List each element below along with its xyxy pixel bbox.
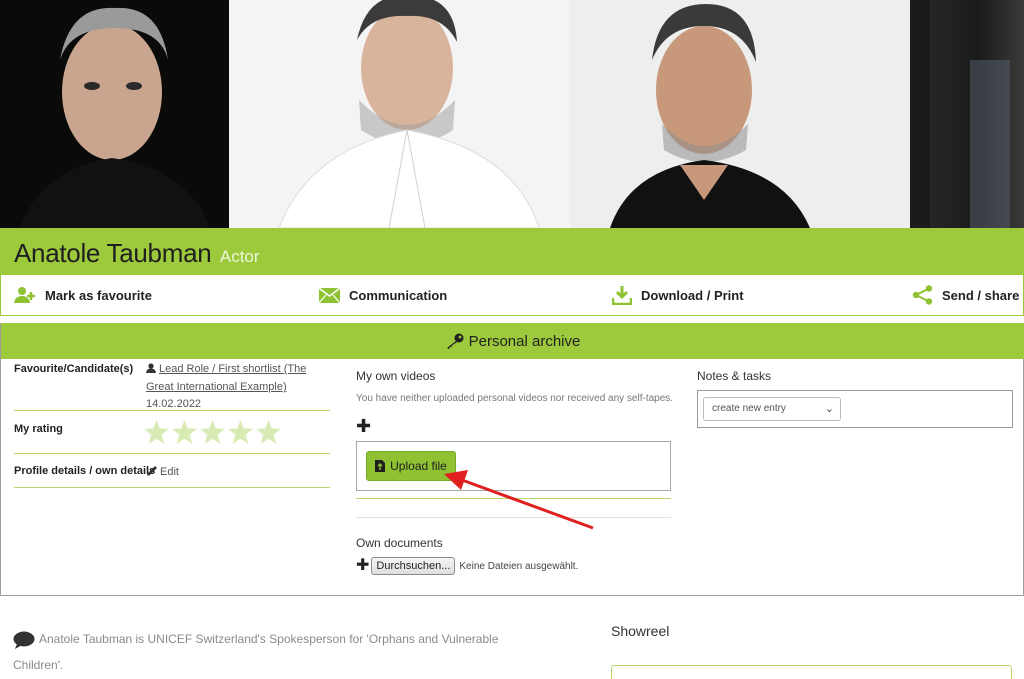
- actor-role: Actor: [219, 247, 260, 266]
- download-print-label: Download / Print: [641, 287, 744, 303]
- person-icon: [146, 362, 156, 379]
- add-document-icon[interactable]: ✚: [356, 558, 369, 574]
- edit-label: Edit: [160, 466, 179, 478]
- profile-details-row: Profile details / own details Edit: [14, 454, 330, 488]
- file-upload-icon: [375, 460, 386, 472]
- send-share-label: Send / share: [942, 287, 1020, 303]
- rating-star-icon[interactable]: [228, 420, 253, 444]
- bio-text: Anatole Taubman is UNICEF Switzerland's …: [13, 632, 499, 672]
- name-bar: Anatole Taubman Actor: [0, 228, 1024, 275]
- chevron-down-icon: ⌄: [824, 403, 834, 415]
- rating-star-icon[interactable]: [172, 420, 197, 444]
- rating-star-icon[interactable]: [256, 420, 281, 444]
- headshot-photo-4[interactable]: [910, 0, 1024, 228]
- actor-name: Anatole Taubman: [14, 238, 212, 268]
- notes-entry-select[interactable]: create new entry ⌄: [703, 397, 841, 421]
- mark-favourite-label: Mark as favourite: [45, 287, 152, 303]
- archive-header: Personal archive: [1, 323, 1024, 359]
- videos-note: You have neither uploaded personal video…: [356, 393, 674, 404]
- rating-stars[interactable]: [144, 420, 281, 444]
- add-video-icon[interactable]: ✚: [356, 417, 371, 435]
- rating-row: My rating: [14, 411, 330, 454]
- archive-title: Personal archive: [468, 332, 581, 350]
- edit-link[interactable]: Edit: [146, 464, 179, 483]
- download-icon: [612, 285, 632, 305]
- photo-gallery: [0, 0, 1024, 228]
- personal-archive-panel: Personal archive Favourite/Candidate(s) …: [0, 323, 1024, 596]
- showreel-title: Showreel: [611, 623, 670, 639]
- communication-label: Communication: [349, 287, 448, 303]
- speech-bubble-icon: [13, 631, 35, 649]
- divider: [356, 517, 671, 518]
- profile-details-label: Profile details / own details: [14, 465, 156, 477]
- rating-star-icon[interactable]: [144, 420, 169, 444]
- headshot-photo-2[interactable]: [229, 0, 570, 228]
- communication-button[interactable]: Communication: [319, 287, 448, 303]
- divider: [356, 498, 671, 499]
- documents-title: Own documents: [356, 536, 443, 550]
- notes-panel: create new entry ⌄: [697, 390, 1013, 428]
- envelope-icon: [319, 287, 340, 303]
- rating-label: My rating: [14, 423, 63, 435]
- favourite-label: Favourite/Candidate(s): [14, 363, 134, 375]
- notes-title: Notes & tasks: [697, 369, 772, 383]
- notes-select-value: create new entry: [712, 403, 786, 414]
- favourite-row: Favourite/Candidate(s) Lead Role / First…: [14, 359, 330, 411]
- favourite-date: 14.02.2022: [146, 398, 202, 410]
- send-share-button[interactable]: Send / share: [912, 285, 1019, 305]
- mark-favourite-button[interactable]: Mark as favourite: [14, 286, 152, 304]
- candidate-details-column: Favourite/Candidate(s) Lead Role / First…: [14, 359, 330, 488]
- upload-file-button[interactable]: Upload file: [366, 451, 456, 481]
- rating-star-icon[interactable]: [200, 420, 225, 444]
- add-user-icon: [14, 286, 36, 304]
- headshot-photo-1[interactable]: [0, 0, 229, 228]
- key-icon: [446, 333, 464, 349]
- pencil-icon: [146, 465, 158, 483]
- action-bar: Mark as favourite Communication Download…: [0, 275, 1024, 316]
- headshot-photo-3[interactable]: [570, 0, 910, 228]
- favourite-value: Lead Role / First shortlist (The Great I…: [146, 361, 330, 413]
- browse-button[interactable]: Durchsuchen...: [371, 557, 456, 575]
- shortlist-link[interactable]: Lead Role / First shortlist (The Great I…: [146, 363, 306, 393]
- download-print-button[interactable]: Download / Print: [612, 285, 744, 305]
- showreel-panel: [611, 665, 1012, 679]
- no-file-text: Keine Dateien ausgewählt.: [459, 560, 579, 572]
- document-file-picker: ✚ Durchsuchen... Keine Dateien ausgewähl…: [356, 557, 578, 575]
- share-icon: [912, 285, 933, 305]
- upload-area: Upload file: [356, 441, 671, 491]
- bio-section: Anatole Taubman is UNICEF Switzerland's …: [13, 626, 533, 678]
- videos-title: My own videos: [356, 369, 436, 383]
- upload-file-label: Upload file: [390, 459, 447, 473]
